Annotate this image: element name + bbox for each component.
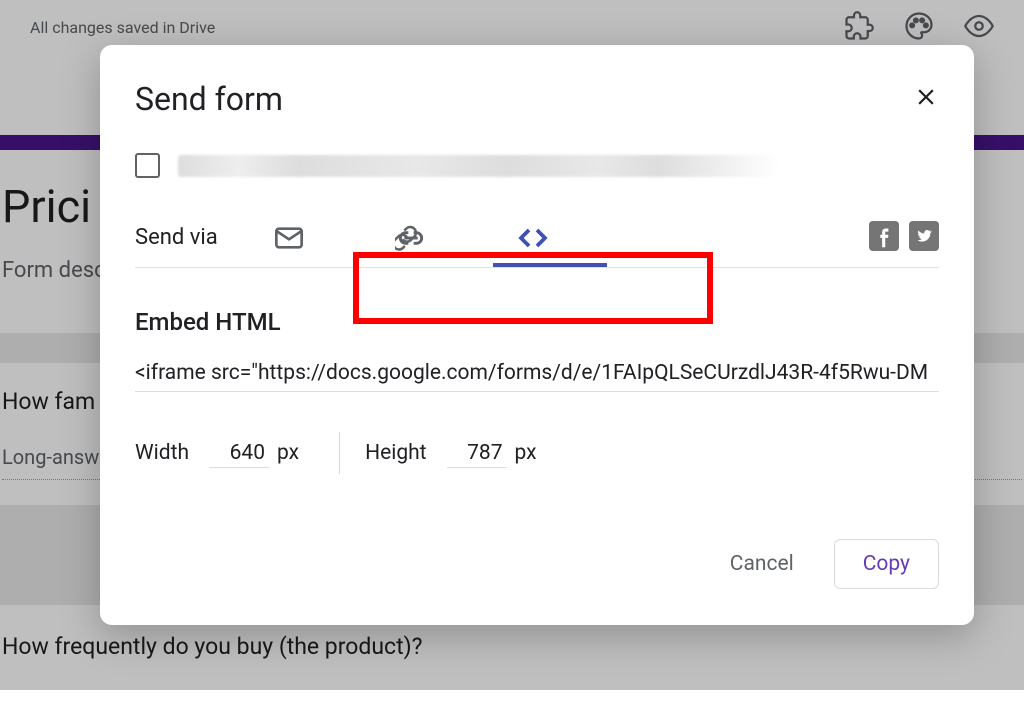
embed-section-title: Embed HTML xyxy=(135,308,939,336)
width-unit: px xyxy=(277,441,299,465)
facebook-icon xyxy=(869,221,899,251)
close-button[interactable] xyxy=(913,84,939,114)
link-icon xyxy=(395,222,427,254)
share-twitter[interactable] xyxy=(909,221,939,255)
dim-divider xyxy=(339,432,340,474)
height-input[interactable] xyxy=(447,439,507,468)
email-icon xyxy=(273,222,305,254)
social-share xyxy=(869,221,939,255)
embed-code-field[interactable]: <iframe src="https://docs.google.com/for… xyxy=(135,361,939,392)
dimensions-row: Width px Height px xyxy=(135,432,939,474)
tab-email[interactable] xyxy=(273,222,305,254)
width-input[interactable] xyxy=(209,439,269,468)
collect-emails-checkbox[interactable] xyxy=(135,153,160,178)
tab-indicator xyxy=(493,263,607,267)
copy-button[interactable]: Copy xyxy=(834,539,939,589)
send-via-row: Send via xyxy=(135,208,939,268)
share-facebook[interactable] xyxy=(869,221,899,255)
tab-link[interactable] xyxy=(395,222,427,254)
height-unit: px xyxy=(515,441,537,465)
modal-title: Send form xyxy=(135,80,283,118)
collect-emails-label-redacted xyxy=(178,155,778,177)
height-label: Height xyxy=(365,441,426,465)
close-icon xyxy=(913,84,939,110)
collect-emails-row xyxy=(135,153,939,178)
tab-embed[interactable] xyxy=(517,222,549,254)
send-via-tabs xyxy=(273,222,549,254)
cancel-button[interactable]: Cancel xyxy=(710,542,814,586)
modal-footer: Cancel Copy xyxy=(135,539,939,589)
width-label: Width xyxy=(135,441,189,465)
twitter-icon xyxy=(909,221,939,251)
modal-header: Send form xyxy=(135,80,939,118)
send-form-modal: Send form Send via xyxy=(100,45,974,625)
embed-icon xyxy=(517,222,549,254)
send-via-label: Send via xyxy=(135,225,218,250)
